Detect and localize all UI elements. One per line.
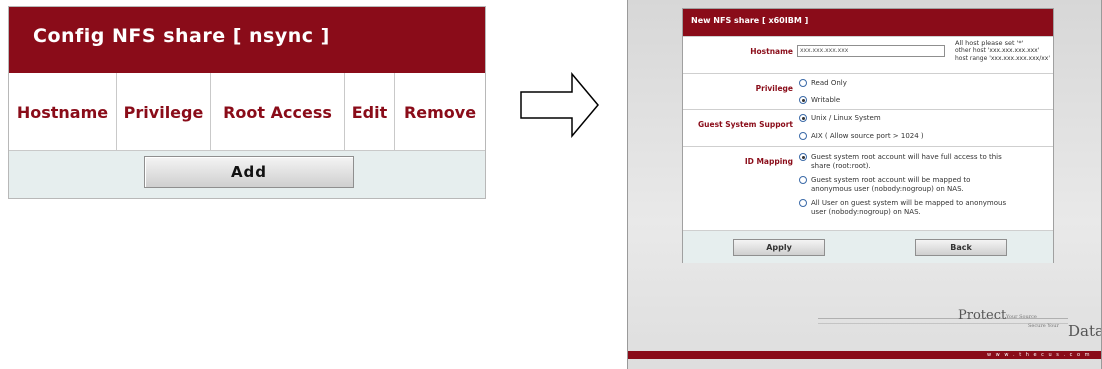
guest-system-row: Guest System Support Unix / Linux System… xyxy=(683,109,1053,146)
brand-protect: Protect xyxy=(958,308,1007,323)
hostname-input[interactable]: xxx.xxx.xxx.xxx xyxy=(797,45,945,57)
footer-url[interactable]: w w w . t h e c u s . c o m xyxy=(987,352,1091,358)
read-only-label: Read Only xyxy=(811,79,847,87)
add-row: Add xyxy=(9,151,485,198)
column-privilege[interactable]: Privilege xyxy=(117,73,211,151)
column-hostname[interactable]: Hostname xyxy=(9,73,117,151)
privilege-label: Privilege xyxy=(755,84,793,93)
dialog-title: New NFS share [ x60IBM ] xyxy=(691,16,809,25)
id-mapping-root-full-line2: share (root:root). xyxy=(811,162,871,170)
id-mapping-root-anon-radio[interactable] xyxy=(799,176,807,184)
right-arrow-outline-icon xyxy=(520,72,599,138)
unix-linux-radio[interactable] xyxy=(799,114,807,122)
hostname-label: Hostname xyxy=(750,47,793,56)
id-mapping-root-full-line1: Guest system root account will have full… xyxy=(811,153,1002,161)
column-remove[interactable]: Remove xyxy=(395,73,485,151)
id-mapping-label: ID Mapping xyxy=(744,157,793,166)
privilege-row: Privilege Read Only Writable xyxy=(683,73,1053,109)
writable-radio[interactable] xyxy=(799,96,807,104)
new-nfs-share-screenshot: New NFS share [ x60IBM ] Hostname xxx.xx… xyxy=(627,0,1102,369)
aix-radio[interactable] xyxy=(799,132,807,140)
id-mapping-root-full-radio[interactable] xyxy=(799,153,807,161)
dialog-buttons-row: Apply Back xyxy=(683,230,1053,263)
id-mapping-all-anon-line1: All User on guest system will be mapped … xyxy=(811,199,1007,207)
brand-secure-your: Secure Your xyxy=(1028,323,1059,329)
brand-data: Data xyxy=(1068,322,1102,340)
hostname-row: Hostname xxx.xxx.xxx.xxx All host please… xyxy=(683,36,1053,73)
id-mapping-all-anon-radio[interactable] xyxy=(799,199,807,207)
guest-system-label: Guest System Support xyxy=(697,120,793,129)
apply-button[interactable]: Apply xyxy=(733,239,825,256)
read-only-radio[interactable] xyxy=(799,79,807,87)
id-mapping-root-anon-line1: Guest system root account will be mapped… xyxy=(811,176,971,184)
column-edit[interactable]: Edit xyxy=(345,73,395,151)
panel-title: Config NFS share [ nsync ] xyxy=(33,25,330,47)
brand-your-source: Your Source xyxy=(1006,314,1037,320)
id-mapping-row: ID Mapping Guest system root account wil… xyxy=(683,146,1053,230)
writable-label: Writable xyxy=(811,96,841,104)
config-nfs-share-panel: Config NFS share [ nsync ] Hostname Priv… xyxy=(8,6,486,199)
aix-label: AIX ( Allow source port > 1024 ) xyxy=(811,132,924,140)
dialog-title-bar: New NFS share [ x60IBM ] xyxy=(683,9,1053,36)
hostname-hint-all: All host please set '*' xyxy=(955,39,1024,47)
nfs-share-table-header: Hostname Privilege Root Access Edit Remo… xyxy=(9,73,485,151)
column-root-access[interactable]: Root Access xyxy=(211,73,345,151)
add-button[interactable]: Add xyxy=(144,156,354,188)
back-button[interactable]: Back xyxy=(915,239,1007,256)
hostname-hint-range: host range 'xxx.xxx.xxx.xxx/xx' xyxy=(955,55,1050,62)
unix-linux-label: Unix / Linux System xyxy=(811,114,881,122)
new-nfs-share-dialog: New NFS share [ x60IBM ] Hostname xxx.xx… xyxy=(682,8,1054,263)
id-mapping-all-anon-line2: user (nobody:nogroup) on NAS. xyxy=(811,208,921,216)
id-mapping-root-anon-line2: anonymous user (nobody:nogroup) on NAS. xyxy=(811,185,964,193)
comparison-figure: Config NFS share [ nsync ] Hostname Priv… xyxy=(0,0,1102,369)
hostname-hint-other: other host 'xxx.xxx.xxx.xxx' xyxy=(955,47,1040,54)
panel-title-bar: Config NFS share [ nsync ] xyxy=(9,7,485,73)
